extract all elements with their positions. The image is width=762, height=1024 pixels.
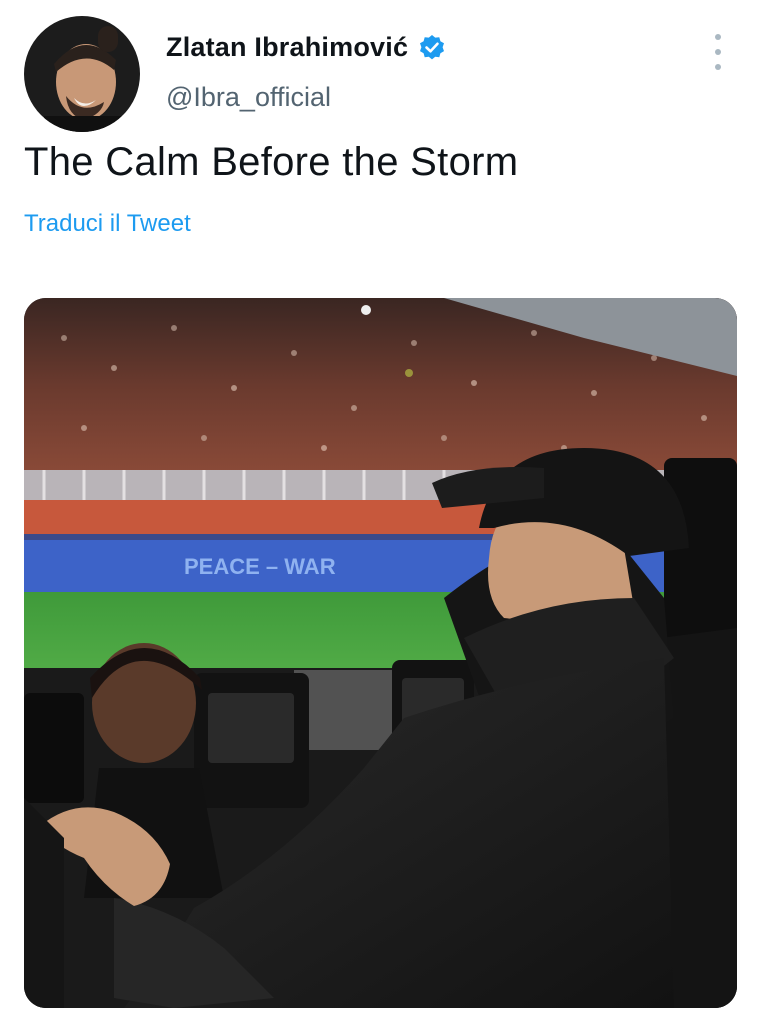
more-dot [715, 34, 721, 40]
avatar-photo [24, 16, 140, 132]
more-dot [715, 64, 721, 70]
led-banner-text: PEACE – WAR [184, 554, 336, 579]
author-display-name[interactable]: Zlatan Ibrahimović [166, 32, 408, 63]
author-avatar[interactable] [24, 16, 140, 132]
translate-tweet-link[interactable]: Traduci il Tweet [24, 210, 191, 238]
more-options-icon[interactable] [706, 34, 730, 70]
more-dot [715, 49, 721, 55]
tweet-photo[interactable]: PEACE – WAR [24, 298, 737, 1008]
tweet-card: Zlatan Ibrahimović @Ibra_official The Ca… [0, 0, 762, 1024]
author-handle[interactable]: @Ibra_official [166, 82, 331, 113]
verified-badge-icon [418, 34, 446, 62]
tweet-text: The Calm Before the Storm [24, 140, 519, 184]
stadium-photo: PEACE – WAR [24, 298, 737, 1008]
author-name-row: Zlatan Ibrahimović [166, 32, 446, 63]
